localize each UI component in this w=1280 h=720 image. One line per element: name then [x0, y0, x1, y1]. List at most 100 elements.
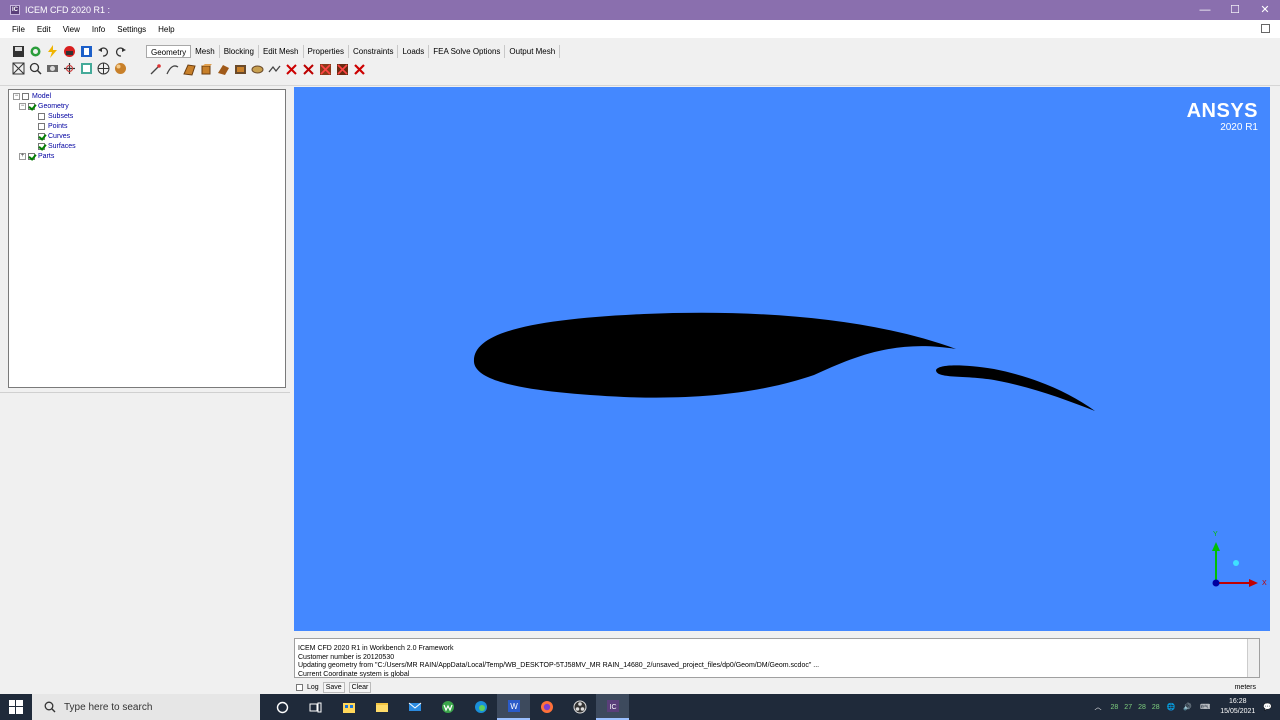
workbench-taskbar-icon[interactable]: W [497, 694, 530, 720]
menu-settings[interactable]: Settings [117, 25, 146, 34]
expand-icon[interactable]: + [19, 152, 26, 160]
repair-geometry-icon[interactable] [233, 62, 248, 77]
delete-surface-icon[interactable] [335, 62, 350, 77]
tab-fea-solve-options[interactable]: FEA Solve Options [429, 45, 506, 58]
tab-geometry[interactable]: Geometry [146, 45, 192, 58]
close-button[interactable]: ✕ [1250, 0, 1280, 20]
tab-loads[interactable]: Loads [398, 45, 430, 58]
face-mesh-icon[interactable] [216, 62, 231, 77]
tree-item-surfaces[interactable]: Surfaces [38, 141, 76, 151]
refresh-icon[interactable] [27, 44, 43, 59]
maximize-button[interactable]: ☐ [1220, 0, 1250, 20]
create-surface-icon[interactable] [182, 62, 197, 77]
collapse-icon[interactable]: − [19, 102, 26, 110]
display-options-icon[interactable] [78, 61, 94, 76]
cortana-icon[interactable] [266, 694, 299, 720]
delete-curve-icon[interactable] [318, 62, 333, 77]
flap-element [936, 365, 1095, 411]
ansys-logo: ANSYS 2020 R1 [1187, 100, 1258, 134]
tab-output-mesh[interactable]: Output Mesh [505, 45, 561, 58]
message-window[interactable]: ICEM CFD 2020 R1 in Workbench 2.0 Framew… [294, 638, 1260, 678]
menu-view[interactable]: View [63, 25, 80, 34]
window-controls: — ☐ ✕ [1190, 0, 1280, 20]
zoom-icon[interactable] [27, 61, 43, 76]
tree-item-subsets[interactable]: Subsets [38, 111, 73, 121]
transform-geometry-icon[interactable] [267, 62, 282, 77]
lightning-icon[interactable] [44, 44, 60, 59]
transform-icon[interactable] [61, 61, 77, 76]
taskbar-search[interactable]: Type here to search [32, 694, 260, 720]
menu-help[interactable]: Help [158, 25, 174, 34]
network-icon[interactable]: 🌐 [1167, 703, 1176, 711]
clock[interactable]: 16:28 15/05/2021 [1220, 697, 1255, 717]
geometry-tools-icon[interactable] [250, 62, 265, 77]
tree-item-curves[interactable]: Curves [38, 131, 70, 141]
measure-icon[interactable] [44, 61, 60, 76]
save-icon[interactable] [10, 44, 26, 59]
create-body-icon[interactable] [199, 62, 214, 77]
wireframe-icon[interactable] [95, 61, 111, 76]
clear-button[interactable]: Clear [348, 682, 372, 693]
menu-file[interactable]: File [12, 25, 25, 34]
shell-icon[interactable] [61, 44, 77, 59]
save-button[interactable]: Save [322, 682, 345, 693]
task-view-icon[interactable] [299, 694, 332, 720]
tray-chevron-icon[interactable]: ︿ [1095, 702, 1102, 712]
solid-display-icon[interactable] [112, 61, 128, 76]
units-label: meters [1234, 684, 1256, 691]
tree-label: Subsets [48, 112, 74, 120]
tree-item-points[interactable]: Points [38, 121, 67, 131]
windows-taskbar: Type here to search W IC ︿ 28 27 28 28 🌐… [0, 694, 1280, 720]
checkbox-icon[interactable] [38, 112, 45, 120]
delete-any-entity-icon[interactable] [352, 62, 367, 77]
tab-mesh[interactable]: Mesh [191, 45, 220, 58]
firefox-icon[interactable] [530, 694, 563, 720]
volume-icon[interactable]: 🔊 [1183, 703, 1192, 711]
restore-window-icon[interactable] [1261, 24, 1270, 33]
file-explorer-icon[interactable] [365, 694, 398, 720]
obs-icon[interactable] [563, 694, 596, 720]
checkbox-checked-icon[interactable] [38, 132, 45, 140]
fit-window-icon[interactable] [10, 61, 26, 76]
log-checkbox[interactable] [296, 684, 303, 691]
graphics-viewport[interactable]: Y X ANSYS 2020 R1 [294, 87, 1270, 631]
restore-entities-icon[interactable] [284, 62, 299, 77]
minimize-button[interactable]: — [1190, 0, 1220, 20]
notification-icon[interactable]: 💬 [1263, 703, 1272, 711]
search-icon [44, 701, 56, 713]
window-title: ICEM CFD 2020 R1 : [25, 5, 111, 15]
workbench-icon[interactable] [78, 44, 94, 59]
tray-counter: 28 [1151, 703, 1160, 711]
tab-constraints[interactable]: Constraints [349, 45, 399, 58]
menu-info[interactable]: Info [92, 25, 105, 34]
checkbox-icon[interactable] [38, 122, 45, 130]
tree-item-parts[interactable]: + Parts [19, 151, 54, 161]
checkbox-checked-icon[interactable] [28, 152, 35, 160]
redo-icon[interactable] [112, 44, 128, 59]
delete-point-icon[interactable] [301, 62, 316, 77]
keyboard-icon[interactable]: ⌨ [1200, 703, 1210, 711]
icem-taskbar-icon[interactable]: IC [596, 694, 629, 720]
undo-icon[interactable] [95, 44, 111, 59]
tab-properties[interactable]: Properties [304, 45, 349, 58]
create-point-icon[interactable] [148, 62, 163, 77]
store-icon[interactable] [332, 694, 365, 720]
checkbox-icon[interactable] [22, 92, 29, 100]
create-curve-icon[interactable] [165, 62, 180, 77]
wps-icon[interactable] [431, 694, 464, 720]
checkbox-checked-icon[interactable] [28, 102, 35, 110]
tree-item-model[interactable]: − Model [13, 91, 51, 101]
message-scrollbar[interactable] [1247, 639, 1259, 677]
mail-icon[interactable] [398, 694, 431, 720]
tab-blocking[interactable]: Blocking [220, 45, 259, 58]
windows-start-icon[interactable] [0, 694, 32, 720]
collapse-icon[interactable]: − [13, 92, 20, 100]
menu-edit[interactable]: Edit [37, 25, 51, 34]
edge-icon[interactable] [464, 694, 497, 720]
title-bar: IC ICEM CFD 2020 R1 : — ☐ ✕ [0, 0, 1280, 20]
tray-counter: 28 [1110, 703, 1119, 711]
tree-item-geometry[interactable]: − Geometry [19, 101, 69, 111]
checkbox-checked-icon[interactable] [38, 142, 45, 150]
tab-edit-mesh[interactable]: Edit Mesh [259, 45, 304, 58]
main-airfoil-element [473, 312, 956, 398]
